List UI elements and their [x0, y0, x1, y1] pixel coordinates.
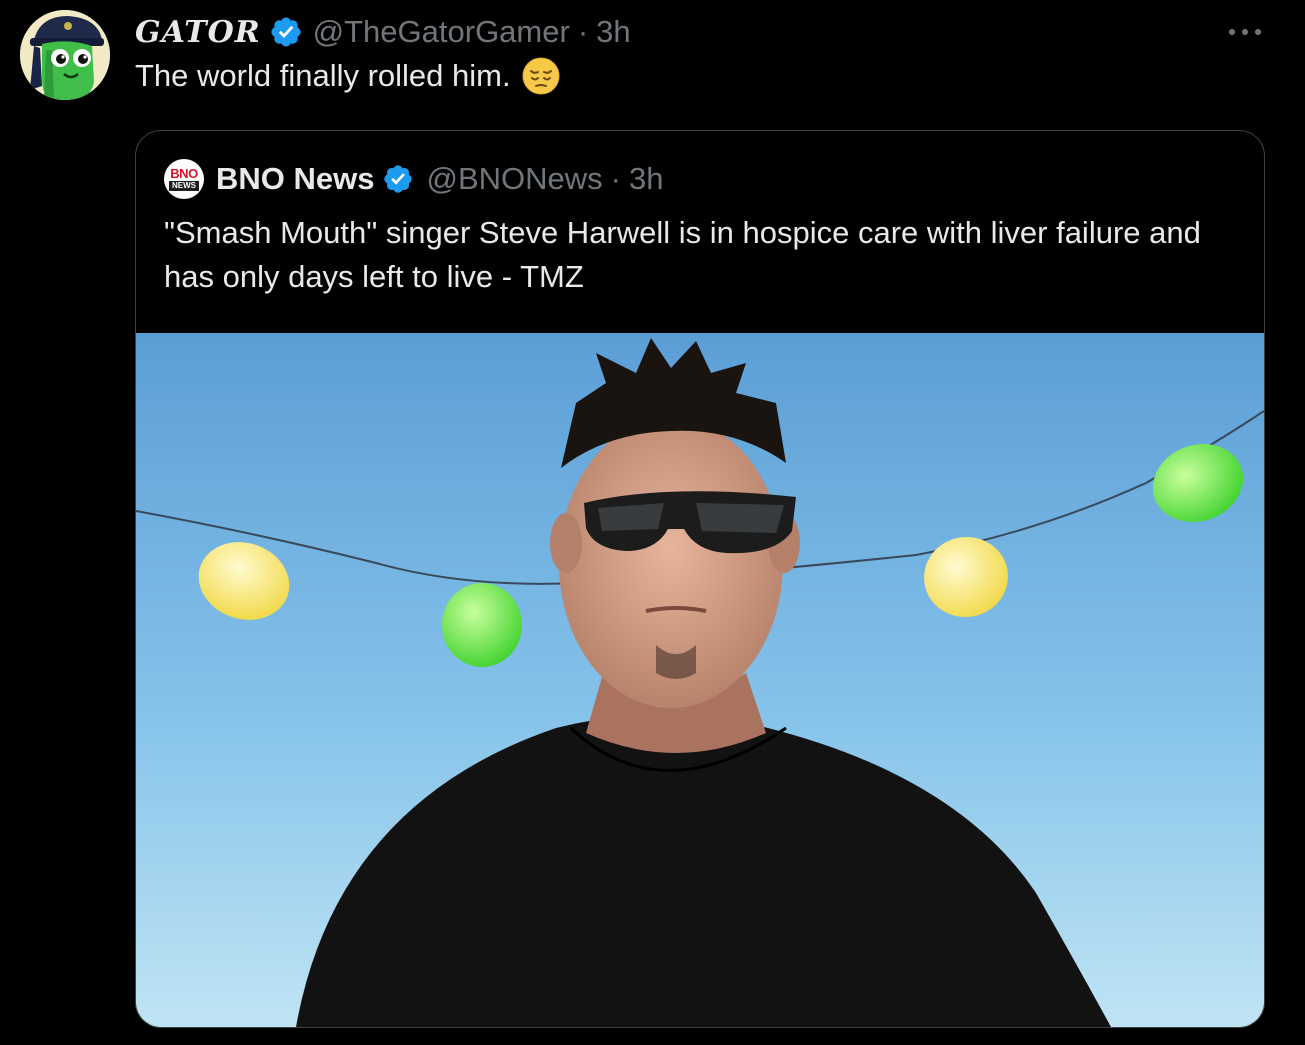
quoted-tweet[interactable]: BNO NEWS BNO News @BNONews · 3h "Smash M…: [135, 130, 1265, 1028]
user-avatar[interactable]: [20, 10, 110, 100]
verified-badge-icon[interactable]: [382, 163, 414, 195]
bno-logo-text: BNO: [170, 166, 198, 181]
separator-dot: ·: [577, 14, 589, 49]
display-name[interactable]: GATOR: [135, 15, 261, 50]
more-options-icon[interactable]: [1229, 18, 1261, 46]
media-image: [136, 333, 1264, 1027]
verified-badge-icon[interactable]: [269, 15, 303, 49]
quoted-tweet-text: "Smash Mouth" singer Steve Harwell is in…: [164, 215, 1201, 294]
timestamp[interactable]: 3h: [596, 14, 630, 50]
cartoon-gator-avatar-icon: [20, 10, 110, 100]
tweet-text: The world finally rolled him.: [135, 56, 561, 96]
bno-news-avatar[interactable]: BNO NEWS: [164, 159, 204, 199]
bno-logo-subtext: NEWS: [169, 181, 199, 191]
separator-dot: ·: [610, 161, 621, 196]
tweet[interactable]: GATOR @TheGatorGamer · 3h The world fina…: [0, 0, 1305, 1045]
lantern-green-left: [442, 583, 522, 667]
quoted-tweet-header: BNO NEWS BNO News @BNONews · 3h: [164, 159, 663, 199]
quoted-tweet-media[interactable]: [136, 333, 1264, 1027]
quoted-user-handle[interactable]: @BNONews: [426, 161, 602, 197]
tweet-text-content: The world finally rolled him.: [135, 58, 511, 93]
tweet-header: GATOR @TheGatorGamer · 3h: [135, 12, 631, 52]
quoted-display-name[interactable]: BNO News: [216, 161, 374, 197]
pensive-face-emoji-icon: [522, 57, 560, 95]
quoted-timestamp[interactable]: 3h: [629, 161, 663, 197]
user-handle[interactable]: @TheGatorGamer: [313, 14, 570, 50]
